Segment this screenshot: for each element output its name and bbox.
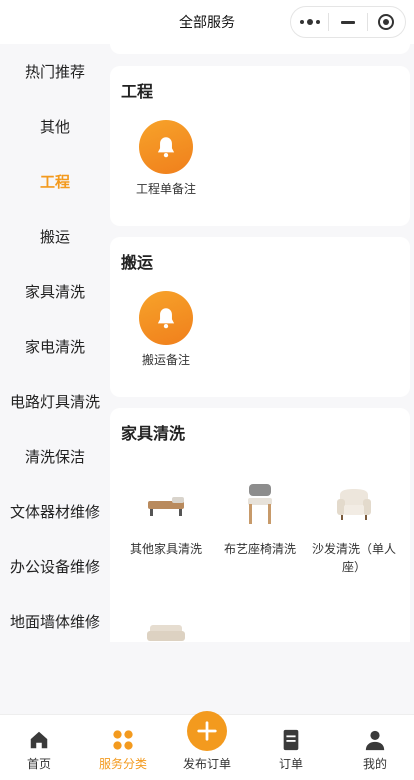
sidebar-item-engineering[interactable]: 工程 bbox=[0, 154, 110, 209]
previous-section-card bbox=[110, 44, 410, 54]
sidebar-item-other[interactable]: 其他 bbox=[0, 99, 110, 154]
document-icon bbox=[256, 715, 326, 755]
section-title: 家具清洗 bbox=[121, 424, 186, 443]
minus-icon bbox=[340, 20, 355, 24]
publish-icon-wrap bbox=[172, 711, 242, 755]
service-item-moving-note[interactable]: 搬运备注 bbox=[118, 291, 214, 369]
service-item-other-furniture[interactable]: 其他家具清洗 bbox=[118, 474, 214, 558]
sidebar-item-appliance-cleaning[interactable]: 家电清洗 bbox=[0, 319, 110, 374]
tab-publish-order[interactable]: 发布订单 bbox=[172, 711, 242, 780]
service-item-fabric-chair[interactable]: 布艺座椅清洗 bbox=[212, 474, 308, 558]
plus-icon bbox=[187, 711, 227, 751]
service-item-sofa[interactable] bbox=[118, 604, 214, 642]
sidebar-item-furniture-cleaning[interactable]: 家具清洗 bbox=[0, 264, 110, 319]
home-icon bbox=[4, 715, 74, 755]
category-sidebar: 热门推荐 其他 工程 搬运 家具清洗 家电清洗 电路灯具清洗 清洗保洁 文体器材… bbox=[0, 44, 110, 650]
bench-icon bbox=[136, 474, 196, 534]
service-label: 布艺座椅清洗 bbox=[223, 542, 296, 556]
service-label: 搬运备注 bbox=[141, 353, 190, 367]
chair-icon bbox=[230, 474, 290, 534]
sidebar-item-office-equipment-repair[interactable]: 办公设备维修 bbox=[0, 539, 110, 594]
section-card-moving: 搬运 搬运备注 bbox=[110, 237, 410, 397]
tab-orders[interactable]: 订单 bbox=[256, 715, 326, 780]
more-button[interactable] bbox=[291, 7, 328, 37]
service-label: 工程单备注 bbox=[135, 182, 196, 196]
mini-program-capsule bbox=[290, 6, 406, 38]
tab-label: 发布订单 bbox=[182, 757, 231, 771]
section-card-furniture-cleaning: 家具清洗 其他家具清洗 布艺座椅清洗 沙发清洗（单人座） bbox=[110, 408, 410, 642]
close-button[interactable] bbox=[368, 7, 405, 37]
sidebar-item-moving[interactable]: 搬运 bbox=[0, 209, 110, 264]
service-content: 工程 工程单备注 搬运 搬运备注 家具清洗 其他家具清洗 布艺座椅清洗 沙发清洗… bbox=[110, 44, 414, 642]
tab-label: 我的 bbox=[362, 757, 387, 771]
tab-label: 首页 bbox=[26, 757, 51, 771]
bell-icon bbox=[139, 291, 193, 345]
sidebar-item-circuit-lamp-cleaning[interactable]: 电路灯具清洗 bbox=[0, 374, 110, 429]
service-item-engineering-note[interactable]: 工程单备注 bbox=[118, 120, 214, 198]
service-item-mattress[interactable] bbox=[212, 616, 308, 642]
tab-label: 服务分类 bbox=[98, 757, 147, 771]
service-item-single-sofa[interactable]: 沙发清洗（单人座） bbox=[306, 474, 402, 576]
target-icon bbox=[378, 14, 395, 30]
sofa-icon bbox=[136, 604, 196, 642]
armchair-icon bbox=[324, 474, 384, 534]
sidebar-item-sports-equipment-repair[interactable]: 文体器材维修 bbox=[0, 484, 110, 539]
section-card-engineering: 工程 工程单备注 bbox=[110, 66, 410, 226]
tab-label: 订单 bbox=[278, 757, 303, 771]
sidebar-item-hot[interactable]: 热门推荐 bbox=[0, 44, 110, 99]
grid-icon bbox=[88, 715, 158, 755]
service-label: 沙发清洗（单人座） bbox=[311, 542, 396, 574]
tab-service-category[interactable]: 服务分类 bbox=[88, 715, 158, 780]
sidebar-item-floor-wall-repair[interactable]: 地面墙体维修 bbox=[0, 594, 110, 649]
minimize-button[interactable] bbox=[329, 7, 366, 37]
mattress-icon bbox=[230, 616, 290, 642]
section-title: 搬运 bbox=[121, 253, 154, 272]
section-title: 工程 bbox=[121, 82, 154, 101]
top-nav-bar: 全部服务 bbox=[0, 0, 414, 44]
tab-home[interactable]: 首页 bbox=[4, 715, 74, 780]
user-icon bbox=[340, 715, 410, 755]
more-dots-icon bbox=[299, 19, 320, 25]
sidebar-item-housekeeping[interactable]: 清洗保洁 bbox=[0, 429, 110, 484]
bell-icon bbox=[139, 120, 193, 174]
service-label: 其他家具清洗 bbox=[129, 542, 202, 556]
bottom-tab-bar: 首页 服务分类 发布订单 订单 我的 bbox=[0, 711, 414, 780]
tab-mine[interactable]: 我的 bbox=[340, 715, 410, 780]
